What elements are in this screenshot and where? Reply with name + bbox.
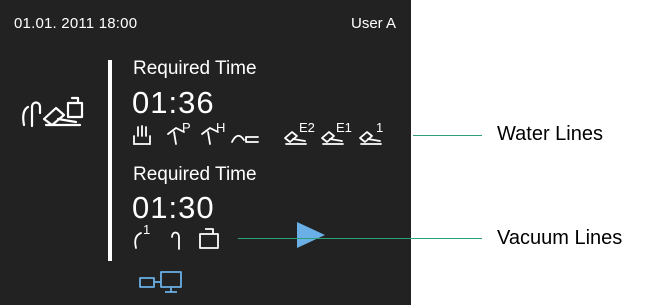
status-datetime: 01.01. 2011 18:00 bbox=[14, 15, 138, 32]
water-required-label: Required Time bbox=[133, 58, 257, 79]
suction-1-sublabel: 1 bbox=[143, 222, 151, 237]
handpiece-e2-sublabel: E2 bbox=[299, 120, 315, 135]
handpiece-p-sublabel: P bbox=[182, 120, 191, 135]
water-lines-callout-line bbox=[413, 135, 482, 136]
handpiece-e1-sublabel: E1 bbox=[336, 120, 352, 135]
cup-icon[interactable] bbox=[198, 226, 220, 250]
vacuum-required-label: Required Time bbox=[133, 164, 257, 185]
vacuum-lines-callout: Vacuum Lines bbox=[497, 227, 623, 249]
usb-connection-icon bbox=[139, 271, 182, 293]
spittoon-icon[interactable] bbox=[132, 124, 152, 146]
device-screen: 01.01. 2011 18:00 User A Required Time 0… bbox=[0, 0, 411, 305]
vertical-divider bbox=[108, 60, 112, 261]
water-required-time: 01:36 bbox=[132, 85, 215, 120]
play-icon[interactable] bbox=[297, 222, 325, 248]
hose-icon[interactable] bbox=[230, 132, 260, 146]
handpiece-h-sublabel: H bbox=[216, 120, 226, 135]
water-lines-callout: Water Lines bbox=[497, 123, 603, 145]
vacuum-required-time: 01:30 bbox=[132, 190, 215, 225]
handpiece-1-sublabel: 1 bbox=[376, 120, 384, 135]
handpiece-cleaning-icon bbox=[22, 96, 84, 128]
vacuum-lines-callout-line bbox=[238, 238, 482, 239]
suction-2-icon[interactable] bbox=[168, 229, 182, 251]
status-user: User A bbox=[350, 15, 396, 32]
